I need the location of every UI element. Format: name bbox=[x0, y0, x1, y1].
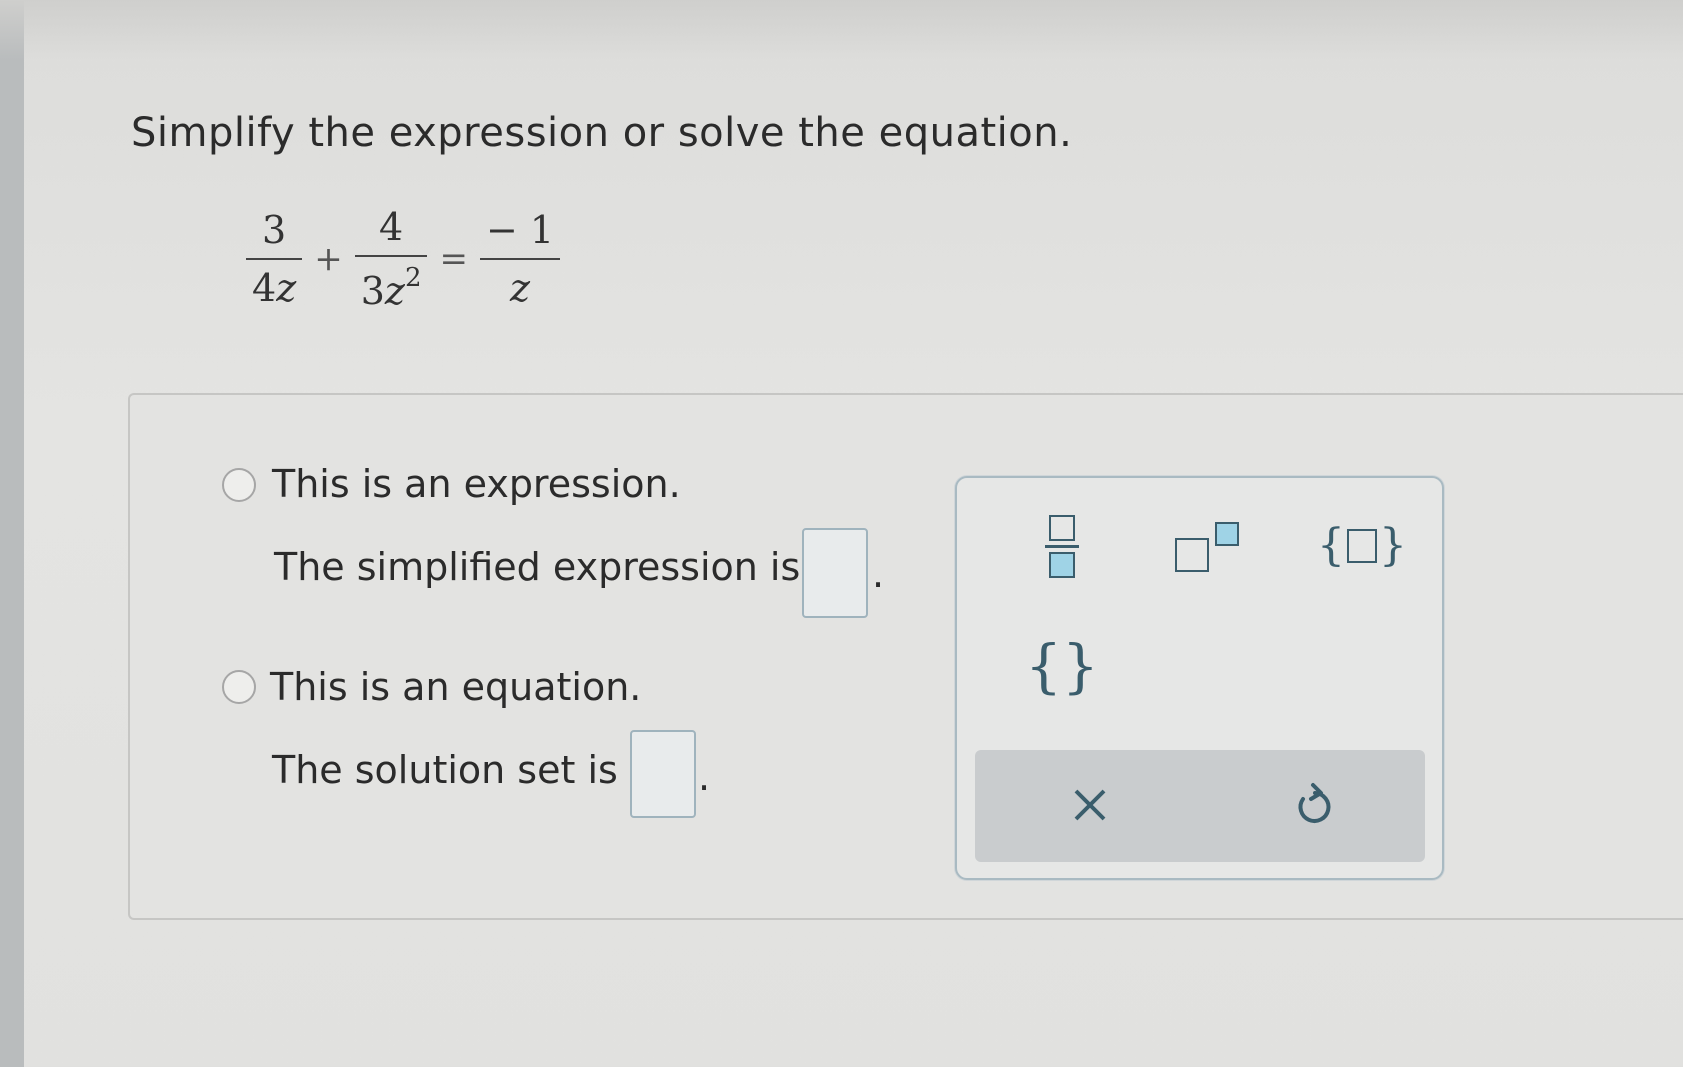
empty-set-icon: {} bbox=[1025, 632, 1099, 700]
right-brace-icon: } bbox=[1379, 520, 1407, 571]
palette-action-bar bbox=[975, 750, 1425, 862]
numerator: 3 bbox=[262, 208, 287, 252]
element-box-icon bbox=[1347, 529, 1377, 563]
empty-set-button[interactable]: {} bbox=[1022, 626, 1102, 706]
exponent-box-icon bbox=[1215, 522, 1239, 546]
math-palette: { } {} bbox=[955, 476, 1444, 880]
option-equation-label: This is an equation. bbox=[270, 665, 642, 709]
fraction-term-1: 3 4z bbox=[246, 208, 303, 310]
fraction-rhs: − 1 z bbox=[479, 208, 561, 310]
denominator: 3z2 bbox=[355, 257, 428, 313]
left-brace-icon: { bbox=[1317, 520, 1345, 571]
coefficient: 3 bbox=[360, 269, 385, 313]
exponent: 2 bbox=[404, 263, 422, 293]
radio-equation[interactable] bbox=[222, 670, 256, 704]
base-box-icon bbox=[1175, 538, 1209, 572]
coefficient: 4 bbox=[252, 266, 277, 310]
screen-edge bbox=[0, 0, 24, 1067]
fraction-template-button[interactable] bbox=[1022, 506, 1102, 586]
radio-expression[interactable] bbox=[222, 468, 256, 502]
undo-button[interactable] bbox=[1275, 770, 1355, 840]
fraction-term-2: 4 3z2 bbox=[354, 205, 428, 313]
numerator: − 1 bbox=[485, 208, 555, 252]
denominator: z bbox=[510, 266, 531, 310]
set-with-element-button[interactable]: { } bbox=[1317, 506, 1407, 586]
variable: z bbox=[276, 266, 297, 310]
exponent-template-button[interactable] bbox=[1162, 506, 1252, 586]
period: . bbox=[872, 552, 885, 596]
undo-icon bbox=[1298, 783, 1331, 823]
solution-set-prompt: The solution set is bbox=[272, 748, 618, 792]
simplified-expression-input[interactable] bbox=[802, 528, 868, 618]
option-expression-label: This is an expression. bbox=[272, 462, 681, 506]
numerator: 4 bbox=[379, 205, 404, 249]
question-instruction: Simplify the expression or solve the equ… bbox=[131, 110, 1073, 156]
top-shade bbox=[0, 0, 1683, 60]
solution-set-input[interactable] bbox=[630, 730, 696, 818]
equation: 3 4z + 4 3z2 = − 1 z bbox=[240, 205, 566, 313]
fraction-bar-icon bbox=[1045, 544, 1079, 548]
plus-sign: + bbox=[314, 239, 343, 279]
close-icon bbox=[1074, 789, 1106, 821]
equals-sign: = bbox=[439, 239, 468, 279]
clear-button[interactable] bbox=[1050, 770, 1130, 840]
period: . bbox=[698, 755, 711, 799]
denominator-box-icon bbox=[1049, 551, 1075, 578]
numerator-box-icon bbox=[1049, 514, 1075, 541]
simplified-expression-prompt: The simplified expression is bbox=[274, 545, 801, 589]
denominator: 4z bbox=[246, 260, 302, 310]
variable: z bbox=[384, 269, 405, 313]
